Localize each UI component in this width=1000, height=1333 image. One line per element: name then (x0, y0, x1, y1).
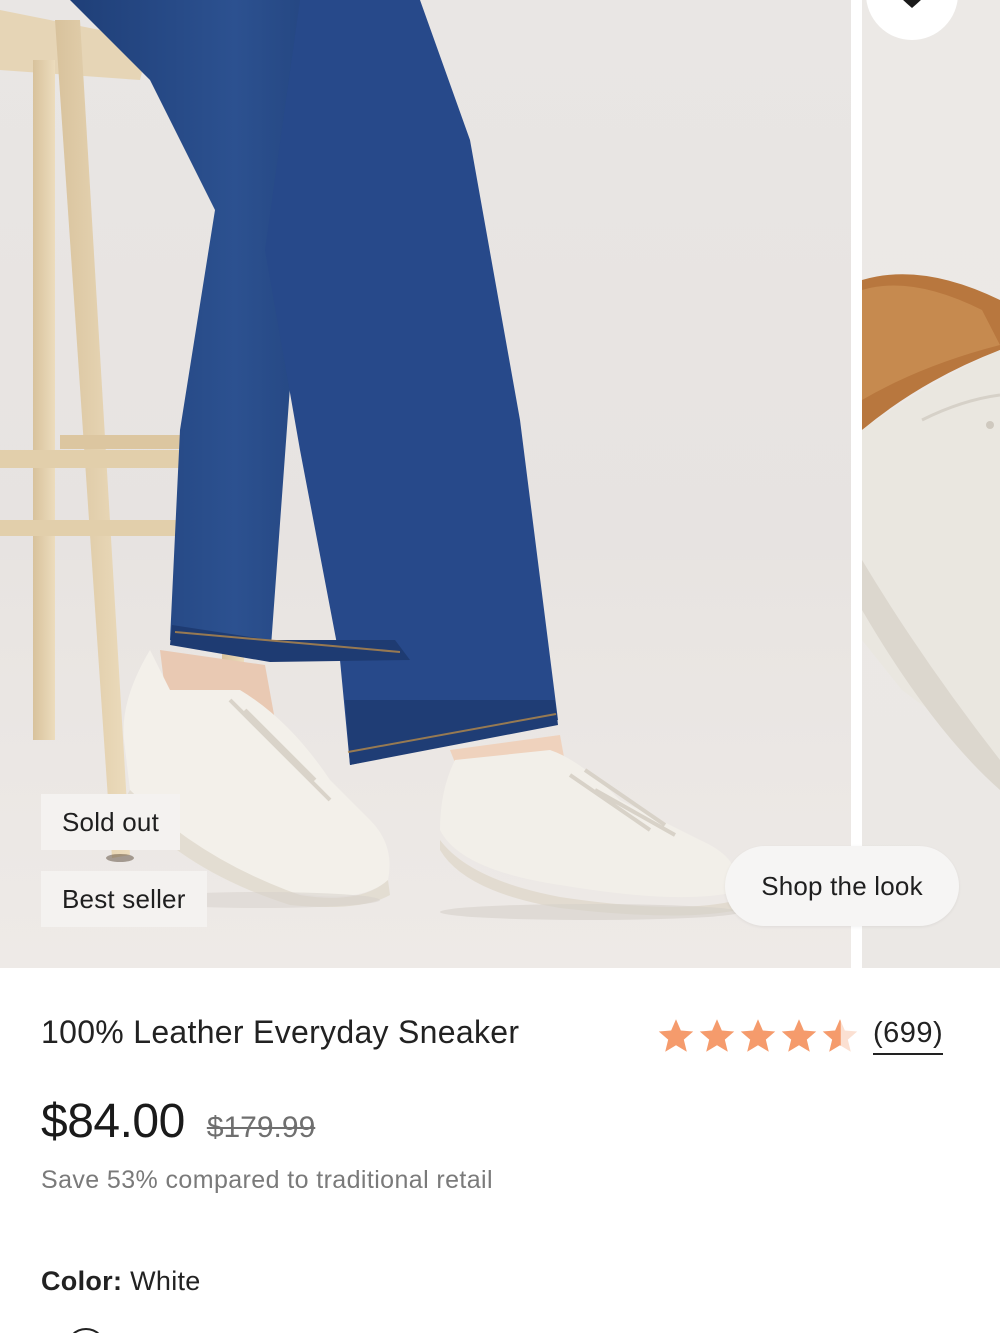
color-label: Color: (41, 1266, 123, 1296)
best-seller-badge: Best seller (41, 871, 207, 927)
color-selector-label: Color: White (41, 1266, 201, 1297)
savings-text: Save 53% compared to traditional retail (41, 1166, 493, 1194)
color-value: White (130, 1266, 201, 1296)
star-full-icon (740, 1019, 776, 1052)
product-image-gallery[interactable]: Sold out Best seller Shop the look (0, 0, 1000, 968)
product-title: 100% Leather Everyday Sneaker (41, 1014, 520, 1050)
star-full-icon (699, 1019, 735, 1052)
product-photo-detail (862, 274, 1000, 790)
star-full-icon (658, 1019, 694, 1052)
review-count-link[interactable]: (699) (873, 1017, 944, 1055)
rating-stars (657, 1018, 859, 1054)
color-swatch-white[interactable] (66, 1328, 106, 1333)
star-half-icon (822, 1019, 858, 1052)
product-image-main[interactable]: Sold out Best seller (0, 0, 851, 968)
product-rating[interactable]: (699) (657, 1013, 944, 1059)
shop-the-look-button[interactable]: Shop the look (725, 846, 959, 926)
price-row: $84.00 $179.99 (41, 1094, 315, 1149)
heart-icon (903, 0, 921, 8)
sold-out-badge: Sold out (41, 794, 181, 850)
original-price: $179.99 (206, 1111, 316, 1144)
sale-price: $84.00 (41, 1095, 185, 1148)
star-full-icon (781, 1019, 817, 1052)
product-image-next[interactable] (862, 0, 1000, 968)
